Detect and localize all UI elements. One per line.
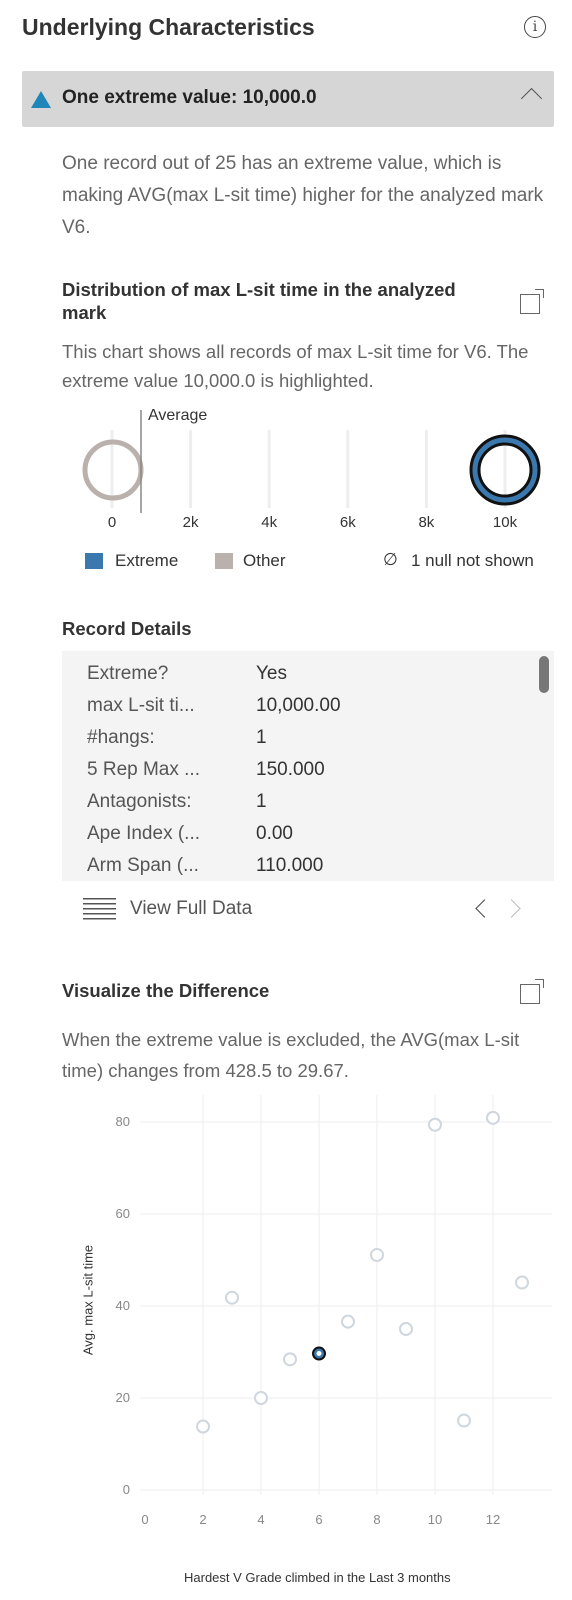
scatter-point (486, 1110, 500, 1125)
scatter-point (370, 1247, 384, 1262)
scrollbar[interactable] (539, 656, 549, 693)
record-field-value: 1 (256, 791, 267, 812)
x-tick-label: 2 (199, 1512, 206, 1527)
record-field-name: Arm Span (... (87, 855, 199, 876)
record-details-title: Record Details (62, 618, 192, 639)
legend-extreme: Extreme (115, 551, 179, 570)
difference-description: When the extreme value is excluded, the … (62, 1029, 520, 1081)
record-field-value: 0.00 (256, 823, 293, 844)
record-field-name: Extreme? (87, 663, 169, 684)
highlighted-point-center (316, 1351, 322, 1357)
x-tick-label: 0 (107, 514, 117, 531)
y-axis-label: Avg. max L-sit time (80, 1244, 96, 1356)
x-tick-label: 8 (373, 1512, 380, 1527)
open-chart-icon[interactable] (520, 289, 544, 314)
scatter-point (515, 1275, 529, 1290)
record-field-value: 10,000.00 (256, 695, 341, 716)
x-tick-label: 2k (182, 514, 199, 531)
y-tick-label: 80 (116, 1114, 130, 1129)
null-note: 1 null not shown (411, 551, 534, 570)
scatter-point (457, 1413, 471, 1428)
scatter-point (428, 1117, 442, 1132)
y-tick-label: 60 (116, 1206, 130, 1221)
scatter-point (225, 1290, 239, 1305)
highlighted-point (312, 1346, 326, 1361)
info-icon[interactable]: i (524, 16, 546, 38)
null-icon: ∅ (383, 550, 398, 569)
y-tick-label: 0 (123, 1482, 130, 1497)
record-field-name: Ape Index (... (87, 823, 201, 844)
record-field-name: #hangs: (87, 727, 155, 748)
average-label: Average (148, 407, 208, 424)
x-tick-label: 10 (428, 1512, 442, 1527)
extreme-swatch (85, 553, 103, 569)
record-details-table[interactable]: Extreme? Yes max L-sit ti... 10,000.00 #hang… (62, 651, 554, 881)
summary-text: One record out of 25 has an extreme valu… (62, 153, 544, 238)
record-field-value: 1 (256, 727, 267, 748)
table-icon (83, 898, 116, 920)
y-tick-label: 40 (116, 1298, 130, 1313)
x-tick-label: 4k (261, 514, 278, 531)
x-axis-label: Hardest V Grade climbed in the Last 3 mo… (184, 1570, 451, 1585)
accordion-label: One extreme value: 10,000.0 (62, 87, 317, 108)
record-field-name: Antagonists: (87, 791, 192, 812)
record-field-name: 5 Rep Max ... (87, 759, 200, 780)
other-swatch (215, 553, 233, 569)
y-tick-label: 20 (116, 1390, 130, 1405)
record-field-value: 110.000 (256, 855, 324, 876)
distribution-chart (82, 410, 541, 513)
chevron-up-icon[interactable] (520, 87, 543, 110)
x-tick-label: 4 (257, 1512, 264, 1527)
scatter-point (196, 1419, 210, 1434)
extreme-value-accordion[interactable]: One extreme value: 10,000.0 (22, 71, 554, 127)
view-full-data-link[interactable]: View Full Data (130, 898, 252, 920)
record-field-value: 150.000 (256, 759, 325, 780)
x-tick-label: 12 (486, 1512, 500, 1527)
record-field-name: max L-sit ti... (87, 695, 195, 716)
x-tick-label: 8k (418, 514, 435, 531)
scatter-point (283, 1352, 297, 1367)
open-chart-icon[interactable] (520, 979, 544, 1004)
scatter-point (341, 1314, 355, 1329)
distribution-title: Distribution of max L-sit time in the an… (62, 279, 456, 323)
x-tick-label: 6k (339, 514, 356, 531)
x-tick-label: 10k (492, 514, 518, 531)
previous-record-button[interactable] (475, 899, 494, 918)
distribution-description: This chart shows all records of max L-si… (62, 341, 529, 391)
triangle-up-icon (31, 91, 51, 108)
record-field-value: Yes (256, 663, 287, 684)
next-record-button[interactable] (502, 899, 521, 918)
scatter-point (399, 1322, 413, 1336)
panel-title: Underlying Characteristics (22, 14, 315, 40)
difference-title: Visualize the Difference (62, 980, 270, 1001)
legend-other: Other (243, 551, 286, 570)
x-tick-label: 0 (141, 1512, 148, 1527)
scatter-point (254, 1391, 268, 1405)
x-tick-label: 6 (315, 1512, 322, 1527)
